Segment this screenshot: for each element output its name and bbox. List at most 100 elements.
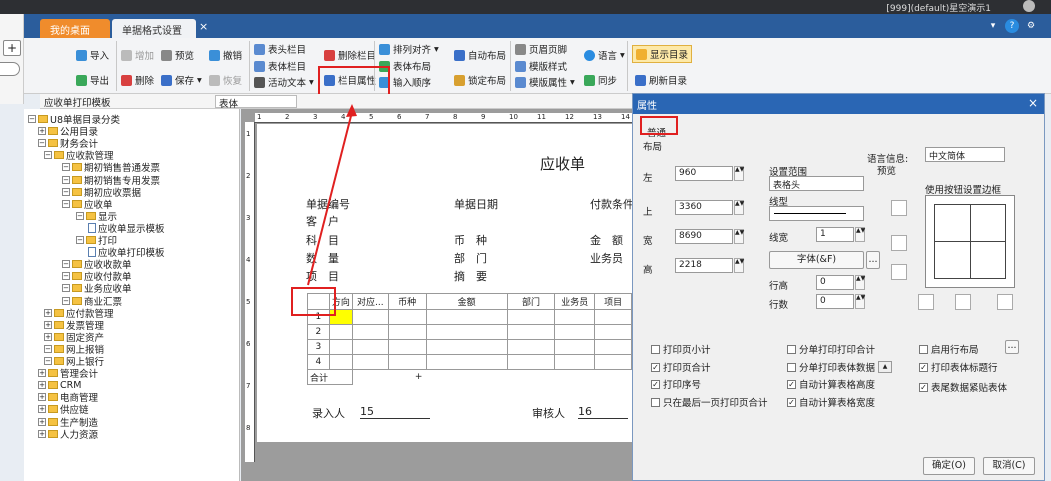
ok-button[interactable]: 确定(O) (923, 457, 975, 475)
table-row[interactable]: 1 (307, 309, 632, 325)
rowcount-spinner[interactable]: ▲▼ (855, 294, 865, 309)
chk-auto-height[interactable]: ✓ 自动计算表格高度 (787, 377, 875, 391)
rowcount-input[interactable]: 0 (816, 294, 854, 309)
chk-split-total[interactable]: 分单打印打印合计 (787, 342, 875, 356)
close-tab-icon[interactable]: × (199, 20, 208, 33)
import-button[interactable]: 导入 (76, 46, 109, 64)
width-spinner[interactable]: ▲▼ (734, 229, 744, 244)
row-layout-more-button[interactable]: ... (1005, 340, 1019, 354)
grid-cell[interactable] (425, 309, 508, 325)
left-input[interactable]: 960 (675, 166, 733, 181)
grid-cell[interactable] (351, 354, 389, 370)
undo-button[interactable]: 撤销 (209, 46, 242, 64)
split-up-icon[interactable]: ▲ (878, 361, 893, 373)
height-input[interactable]: 2218 (675, 258, 733, 273)
grid-header-cell[interactable]: 部门 (506, 293, 556, 310)
user-icon[interactable] (1023, 0, 1035, 12)
grid-cell[interactable] (506, 339, 556, 355)
grid-cell[interactable] (506, 354, 556, 370)
expand-toggle-icon[interactable]: − (28, 115, 36, 123)
border-top-button[interactable] (891, 200, 907, 216)
font-button[interactable]: 字体(&F) (769, 251, 864, 269)
grid-cell[interactable] (554, 324, 596, 340)
chevron-down-icon[interactable]: ▾ (986, 19, 1000, 33)
table-row[interactable]: 3 (307, 339, 632, 355)
top-spinner[interactable]: ▲▼ (734, 200, 744, 215)
add-icon[interactable]: + (415, 372, 423, 382)
search-input[interactable] (0, 62, 20, 76)
chk-auto-width[interactable]: ✓ 自动计算表格宽度 (787, 395, 875, 409)
grid-cell[interactable] (506, 324, 556, 340)
arrange-align-button[interactable]: 排列对齐 ▾ (379, 40, 439, 58)
grid-header-cell[interactable]: 币种 (387, 293, 427, 310)
grid-header-cell[interactable]: 项目 (594, 293, 632, 310)
header-column-button[interactable]: 表头栏目 (254, 40, 306, 58)
expand-toggle-icon[interactable]: − (62, 284, 70, 293)
row-number[interactable]: 3 (307, 339, 330, 355)
page-header-footer-button[interactable]: 页眉页脚 (515, 40, 567, 58)
grid-cell[interactable] (554, 309, 596, 325)
border-middle-button[interactable] (891, 235, 907, 251)
height-spinner[interactable]: ▲▼ (734, 258, 744, 273)
refresh-catalog-button[interactable]: 刷新目录 (635, 71, 687, 89)
expand-toggle-icon[interactable]: − (76, 211, 84, 220)
active-text-button[interactable]: 活动文本 ▾ (254, 73, 314, 91)
grid-cell[interactable] (594, 309, 632, 325)
grid-cell[interactable] (387, 354, 427, 370)
language-select[interactable]: 中文简体 (925, 147, 1005, 162)
grid-header-cell[interactable]: 金额 (425, 293, 508, 310)
grid-cell[interactable] (554, 354, 596, 370)
grid-cell[interactable] (328, 324, 353, 340)
expand-toggle-icon[interactable]: + (38, 393, 46, 402)
body-grid[interactable]: 方向 对应... 币种 金额 部门 业务员 项目 1 2 3 4 合计 + (307, 293, 632, 385)
expand-toggle-icon[interactable]: − (62, 163, 70, 172)
range-select[interactable]: 表格头 (769, 176, 864, 191)
tab-document-format[interactable]: 单据格式设置 (112, 19, 196, 38)
field-salesperson[interactable]: 业务员 (590, 250, 623, 266)
grid-cell[interactable] (594, 354, 632, 370)
expand-toggle-icon[interactable]: − (62, 260, 70, 269)
top-input[interactable]: 3360 (675, 200, 733, 215)
expand-toggle-icon[interactable]: + (38, 417, 46, 426)
linewidth-spinner[interactable]: ▲▼ (855, 227, 865, 242)
rowheight-spinner[interactable]: ▲▼ (855, 275, 865, 290)
expand-toggle-icon[interactable]: + (38, 381, 46, 390)
grid-cell[interactable] (387, 324, 427, 340)
expand-toggle-icon[interactable]: + (44, 320, 52, 329)
grid-cell[interactable] (387, 339, 427, 355)
chk-tail-follow[interactable]: ✓ 表尾数据紧贴表体 (919, 380, 1007, 394)
table-row[interactable]: 2 (307, 324, 632, 340)
rowheight-input[interactable]: 0 (816, 275, 854, 290)
field-quantity[interactable]: 数 量 (306, 250, 339, 266)
field-project[interactable]: 项 目 (306, 268, 339, 284)
tree-item[interactable]: + 管理会计 (38, 367, 98, 380)
grid-cell[interactable] (506, 309, 556, 325)
lock-layout-button[interactable]: 锁定布局 (454, 71, 506, 89)
save-button[interactable]: 保存 ▾ (161, 71, 202, 89)
show-catalog-button[interactable]: 显示目录 (632, 45, 693, 63)
auto-layout-button[interactable]: 自动布局 (454, 46, 506, 64)
grid-cell[interactable] (425, 354, 508, 370)
section-select[interactable]: 表体 (215, 95, 297, 110)
expand-toggle-icon[interactable]: + (44, 332, 52, 341)
tree-item[interactable]: + 人力资源 (38, 428, 98, 441)
border-center-button[interactable] (955, 294, 971, 310)
expand-toggle-icon[interactable]: − (44, 357, 52, 365)
grid-header-cell[interactable]: 对应... (351, 293, 389, 310)
reviewer-value[interactable]: 16 (578, 405, 628, 419)
export-button[interactable]: 导出 (76, 71, 109, 89)
grid-cell[interactable] (425, 339, 508, 355)
grid-cell[interactable] (351, 324, 389, 340)
chk-row-layout[interactable]: 启用行布局 (919, 342, 979, 356)
row-number[interactable]: 2 (307, 324, 330, 340)
help-icon[interactable]: ? (1005, 19, 1019, 33)
linewidth-input[interactable]: 1 (816, 227, 854, 242)
chk-page-total[interactable]: ✓ 打印页合计 (651, 360, 711, 374)
grid-cell[interactable] (594, 324, 632, 340)
expand-toggle-icon[interactable]: + (38, 127, 46, 136)
chk-sequence[interactable]: ✓ 打印序号 (651, 377, 701, 391)
field-subject[interactable]: 科 目 (306, 232, 339, 248)
cancel-button[interactable]: 取消(C) (983, 457, 1035, 475)
row-number[interactable]: 4 (307, 354, 330, 370)
field-customer[interactable]: 客 户 (306, 213, 339, 229)
